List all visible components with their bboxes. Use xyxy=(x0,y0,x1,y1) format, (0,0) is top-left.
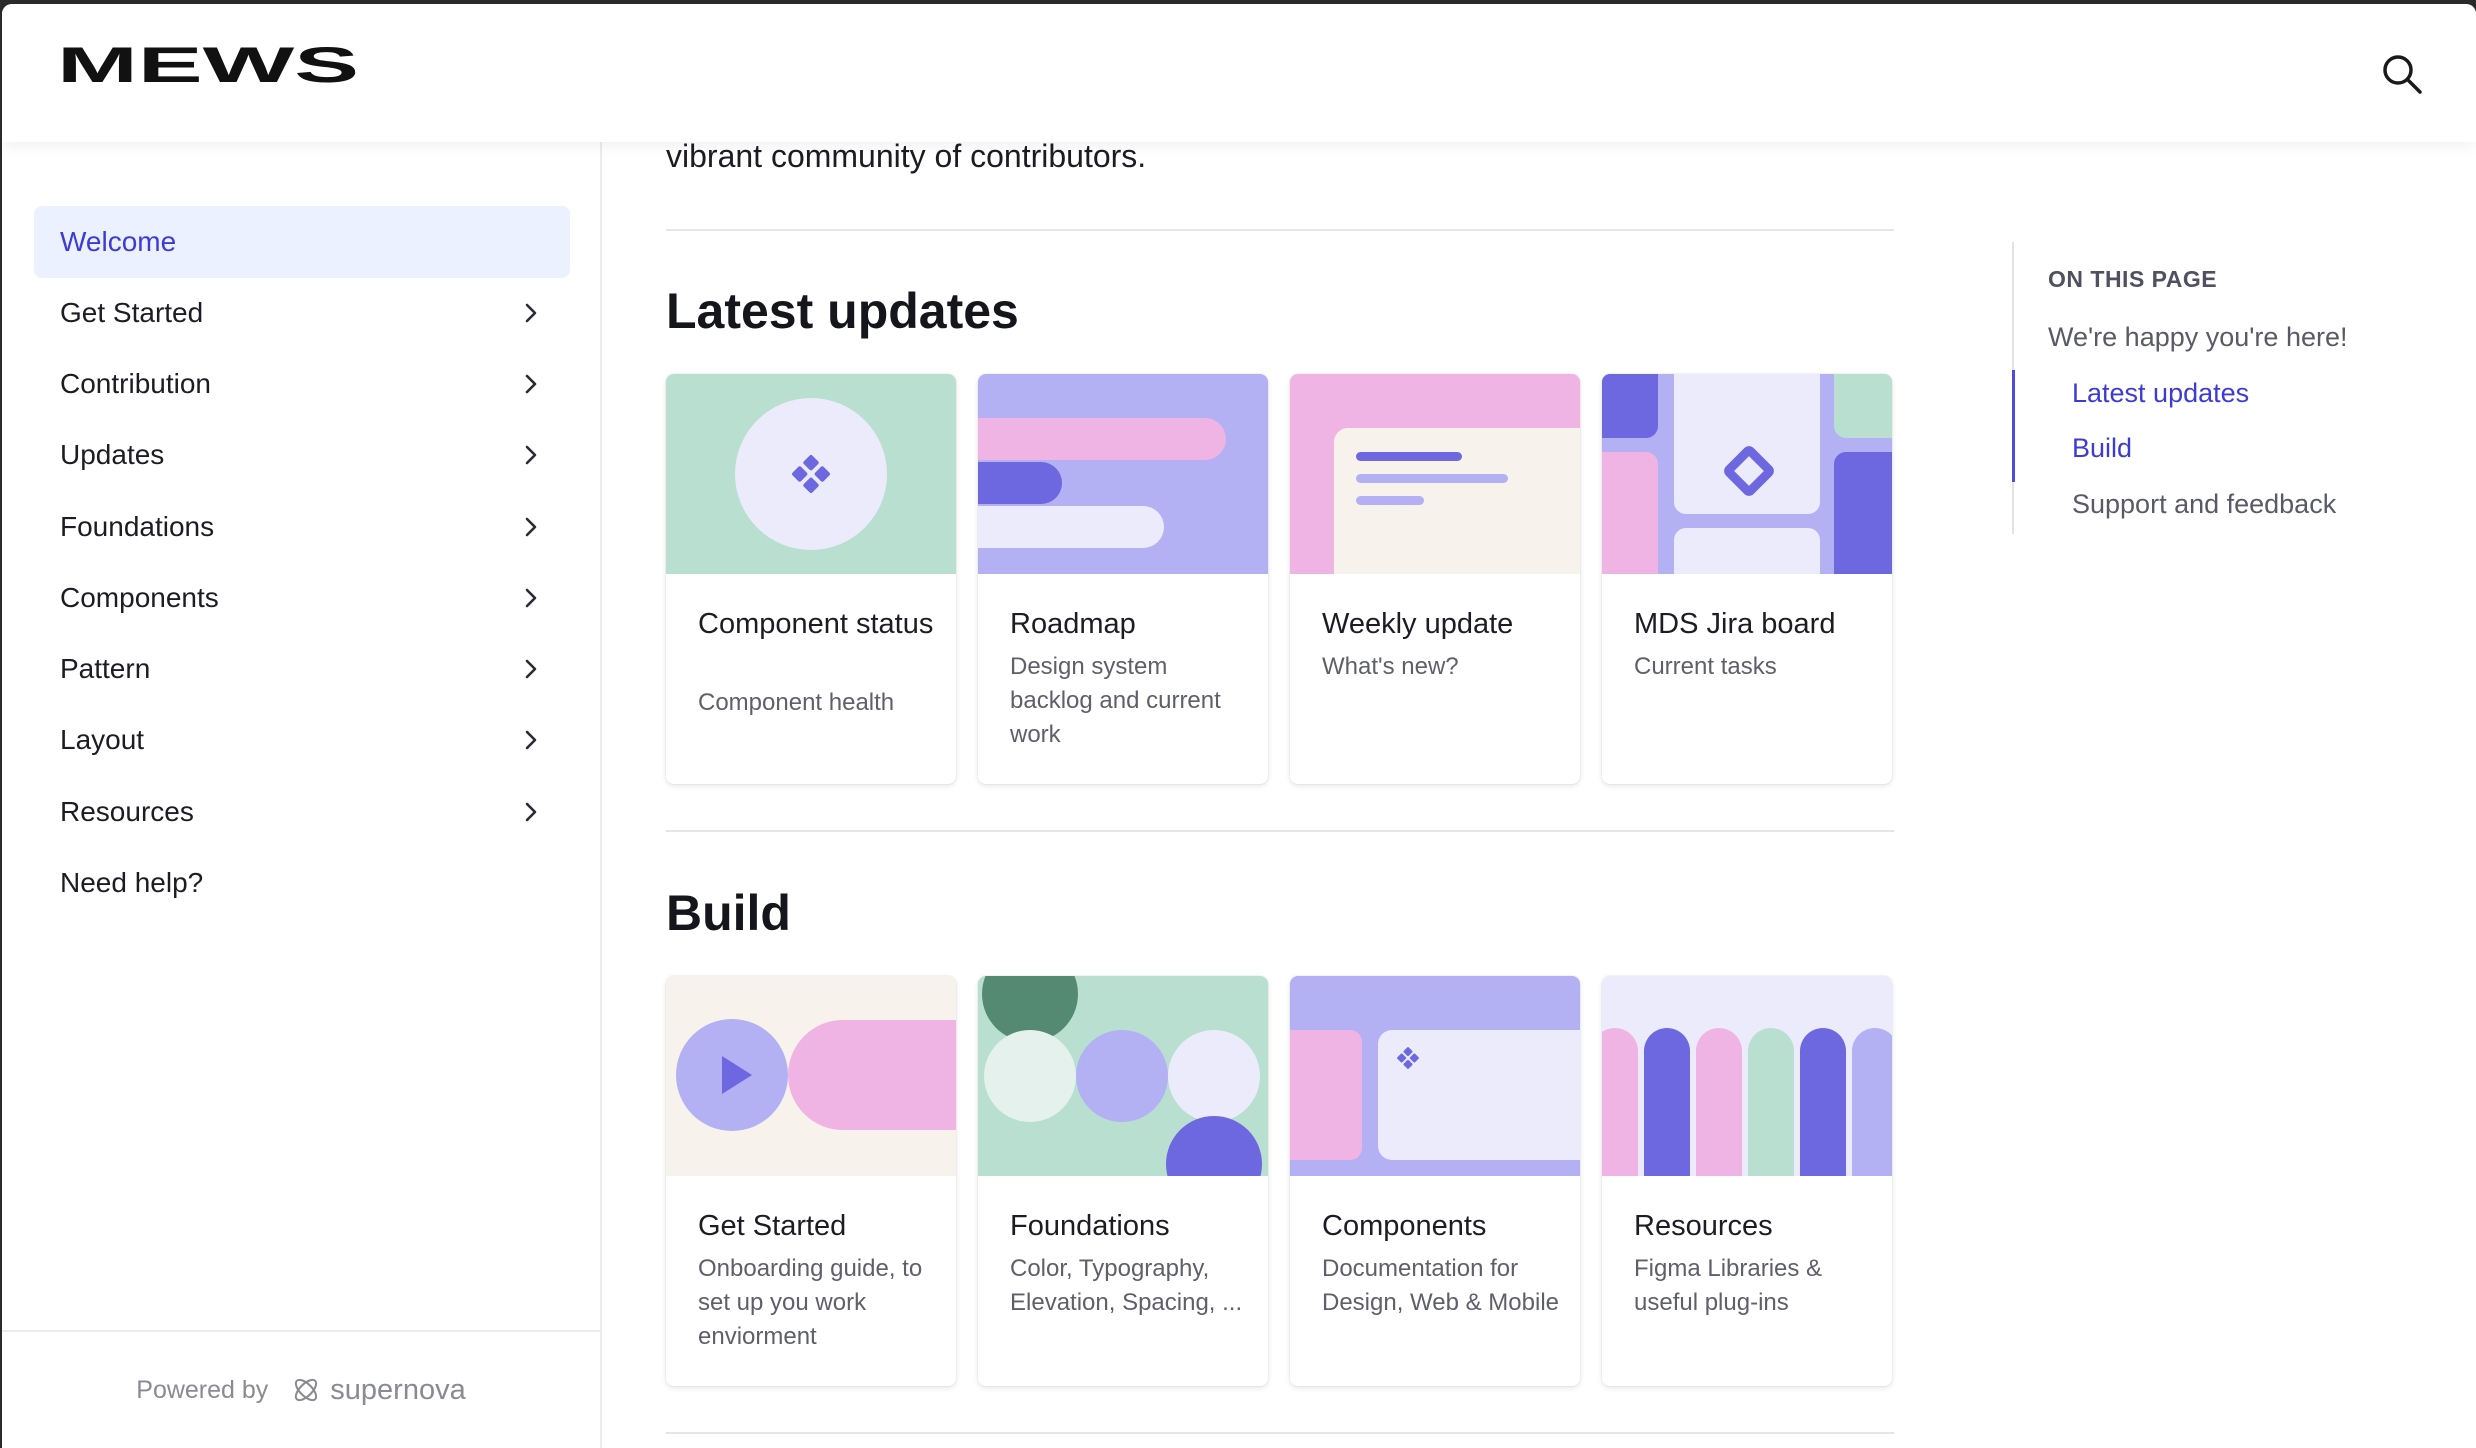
card-roadmap[interactable]: Roadmap Design system backlog and curren… xyxy=(978,374,1268,784)
card-title: Component status xyxy=(698,608,934,640)
sidebar-item-label: Pattern xyxy=(60,653,151,684)
sidebar-item-get-started[interactable]: Get Started xyxy=(34,277,570,349)
card-mds-jira-board[interactable]: MDS Jira board Current tasks xyxy=(1602,374,1892,784)
card-illustration xyxy=(1602,374,1892,574)
sidebar-item-label: Resources xyxy=(60,796,194,827)
card-description: Design system backlog and current work xyxy=(1010,653,1221,748)
card-description: Color, Typography, Elevation, Spacing, .… xyxy=(1010,1255,1243,1316)
card-title: Roadmap xyxy=(1010,608,1136,640)
sidebar-footer: Powered by supernova xyxy=(2,1330,600,1448)
supernova-wordmark: supernova xyxy=(330,1373,466,1406)
toc-item-happy-here[interactable]: We're happy you're here! xyxy=(2048,322,2347,353)
toc-heading: ON THIS PAGE xyxy=(2048,266,2218,292)
section-divider xyxy=(666,1432,1894,1434)
card-illustration xyxy=(666,374,956,574)
toc-item-build[interactable]: Build xyxy=(2072,433,2132,464)
section-divider xyxy=(666,830,1894,832)
card-title: Resources xyxy=(1634,1210,1773,1242)
main-content: vibrant community of contributors. Lates… xyxy=(666,4,1896,1448)
card-illustration xyxy=(1290,976,1580,1176)
chevron-right-icon xyxy=(525,517,537,537)
card-title: Weekly update xyxy=(1322,608,1514,640)
sidebar-item-layout[interactable]: Layout xyxy=(34,704,570,776)
chevron-right-icon xyxy=(525,659,537,679)
toc-item-support-feedback[interactable]: Support and feedback xyxy=(2072,489,2336,520)
card-title: Foundations xyxy=(1010,1210,1170,1242)
chevron-right-icon xyxy=(525,374,537,394)
card-get-started[interactable]: Get Started Onboarding guide, to set up … xyxy=(666,976,956,1386)
section-heading-build: Build xyxy=(666,885,791,941)
chevron-right-icon xyxy=(525,588,537,608)
search-icon[interactable] xyxy=(2380,52,2424,96)
sidebar-item-foundations[interactable]: Foundations xyxy=(34,491,570,563)
sidebar-item-updates[interactable]: Updates xyxy=(34,419,570,491)
sidebar-item-label: Welcome xyxy=(60,226,177,257)
supernova-link[interactable]: supernova xyxy=(290,1373,466,1407)
section-divider xyxy=(666,229,1894,231)
card-description: Current tasks xyxy=(1634,653,1777,680)
card-illustration xyxy=(978,976,1268,1176)
card-foundations[interactable]: Foundations Color, Typography, Elevation… xyxy=(978,976,1268,1386)
sidebar-item-label: Components xyxy=(60,582,219,613)
card-illustration xyxy=(666,976,956,1176)
card-title: Components xyxy=(1322,1210,1487,1242)
card-component-status[interactable]: Component status Component health xyxy=(666,374,956,784)
mews-logo[interactable]: MEWS xyxy=(57,40,367,88)
card-description: What's new? xyxy=(1322,653,1459,680)
card-title: MDS Jira board xyxy=(1634,608,1836,640)
card-description: Component health xyxy=(698,689,895,716)
card-weekly-update[interactable]: Weekly update What's new? xyxy=(1290,374,1580,784)
sidebar-item-resources[interactable]: Resources xyxy=(34,776,570,848)
on-this-page-toc: ON THIS PAGE We're happy you're here! La… xyxy=(2012,242,2432,534)
section-heading-latest-updates: Latest updates xyxy=(666,283,1019,339)
sidebar-item-contribution[interactable]: Contribution xyxy=(34,348,570,420)
intro-paragraph: vibrant community of contributors. xyxy=(666,138,1147,174)
sidebar-item-label: Foundations xyxy=(60,511,215,542)
sidebar-item-need-help[interactable]: Need help? xyxy=(34,847,570,919)
supernova-logo-icon xyxy=(295,1378,318,1402)
sidebar-item-label: Contribution xyxy=(60,368,211,399)
sidebar-item-label: Layout xyxy=(60,724,145,755)
chevron-right-icon xyxy=(525,802,537,822)
card-description: Onboarding guide, to set up you work env… xyxy=(698,1255,923,1350)
svg-text:MEWS: MEWS xyxy=(57,40,359,88)
chevron-right-icon xyxy=(525,445,537,465)
sidebar-item-label: Need help? xyxy=(60,867,204,898)
sidebar-item-pattern[interactable]: Pattern xyxy=(34,633,570,705)
sidebar-item-label: Updates xyxy=(60,439,165,470)
card-illustration xyxy=(978,374,1268,574)
card-illustration xyxy=(1290,374,1580,574)
sidebar-item-components[interactable]: Components xyxy=(34,562,570,634)
card-resources[interactable]: Resources Figma Libraries & useful plug-… xyxy=(1602,976,1892,1386)
chevron-right-icon xyxy=(525,303,537,323)
toc-item-latest-updates[interactable]: Latest updates xyxy=(2072,378,2249,409)
card-title: Get Started xyxy=(698,1210,847,1242)
toc-active-indicator xyxy=(2012,370,2015,482)
powered-by-label: Powered by xyxy=(136,1375,269,1404)
card-description: Figma Libraries & useful plug-ins xyxy=(1634,1255,1823,1316)
card-description: Documentation for Design, Web & Mobile xyxy=(1322,1255,1559,1316)
sidebar: Welcome Get Started Contribution Updates… xyxy=(2,142,602,1448)
chevron-right-icon xyxy=(525,730,537,750)
card-components[interactable]: Components Documentation for Design, Web… xyxy=(1290,976,1580,1386)
top-bar: MEWS xyxy=(2,4,2476,142)
app-window: MEWS Welcome Get Started Contribution Up… xyxy=(2,4,2476,1448)
sidebar-item-label: Get Started xyxy=(60,297,204,328)
sidebar-item-welcome[interactable]: Welcome xyxy=(34,206,570,278)
card-illustration xyxy=(1602,976,1892,1176)
